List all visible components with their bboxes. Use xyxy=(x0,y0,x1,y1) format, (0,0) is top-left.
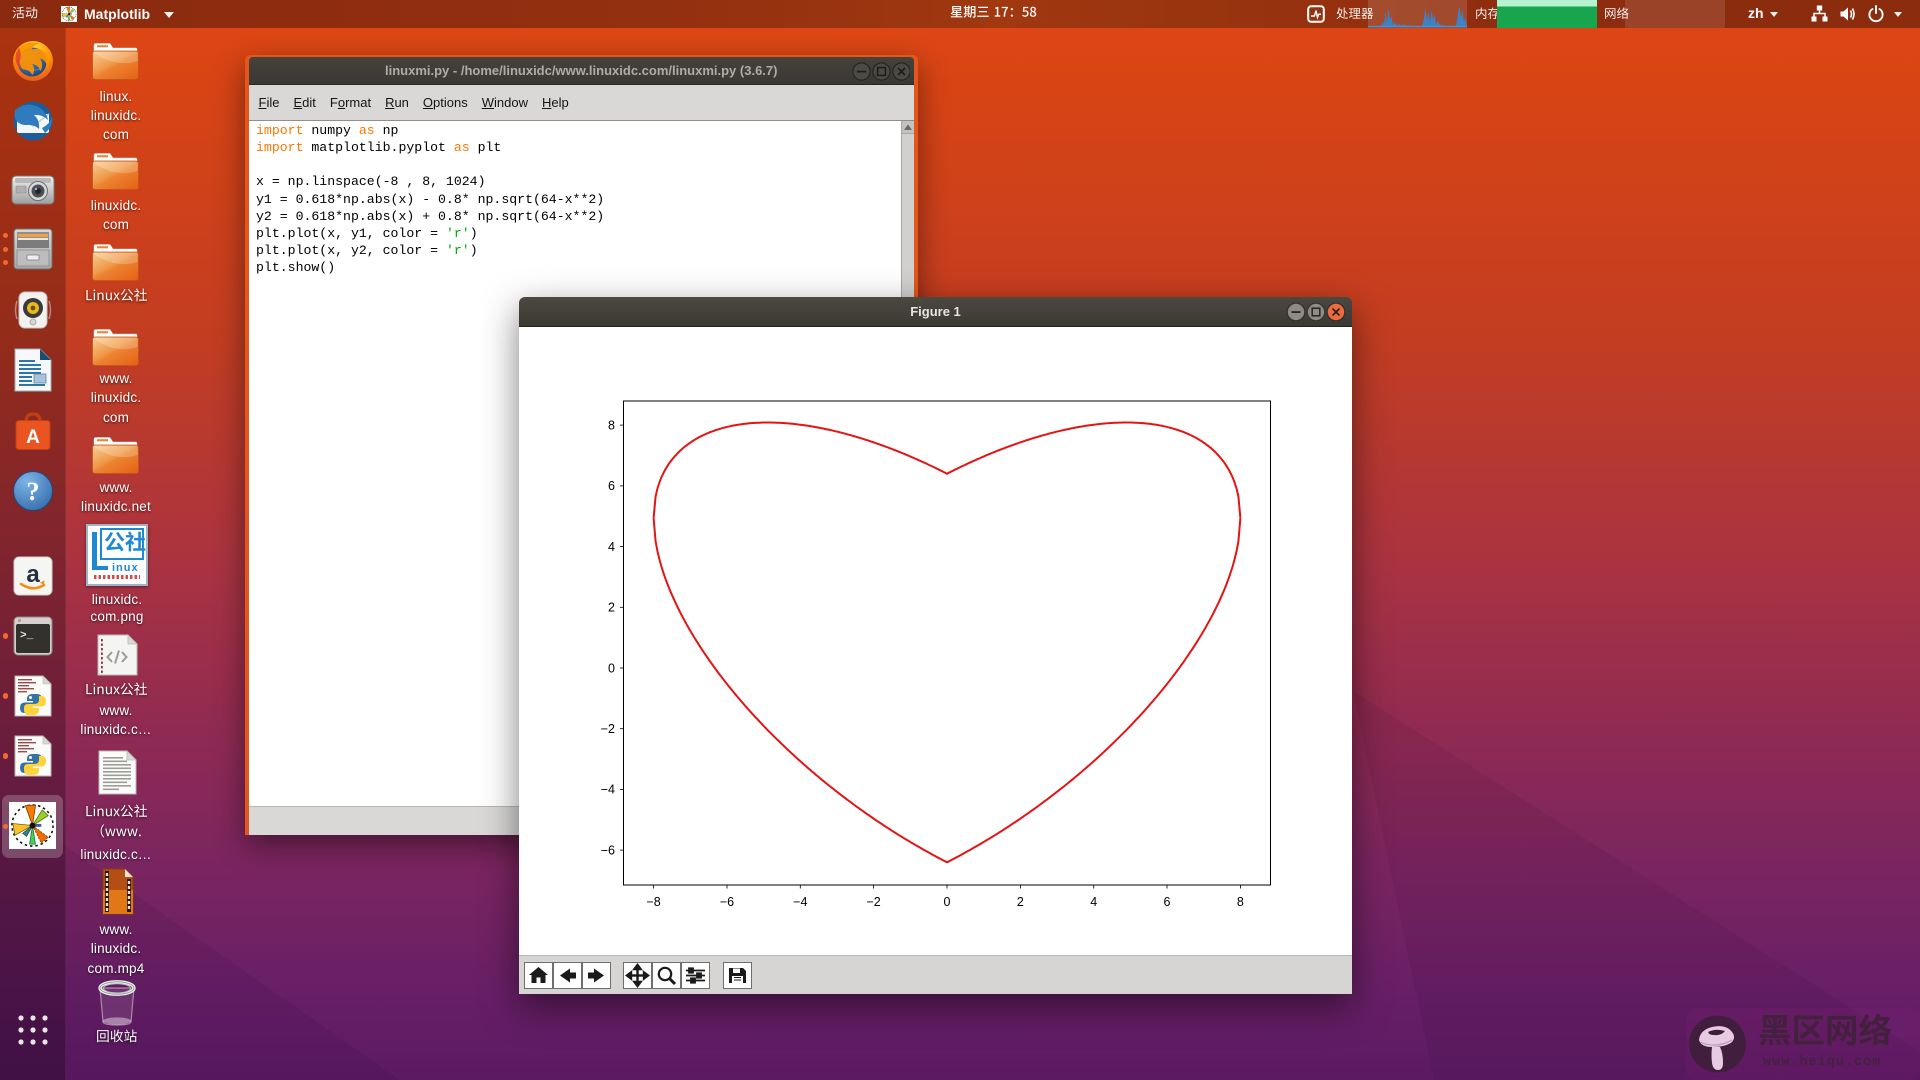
svg-text:6: 6 xyxy=(608,479,615,493)
svg-text:4: 4 xyxy=(608,540,615,554)
svg-text:−2: −2 xyxy=(866,895,880,909)
svg-text:>_: >_ xyxy=(20,630,34,642)
svg-text:?: ? xyxy=(27,477,40,506)
svg-text:−6: −6 xyxy=(720,895,734,909)
svg-text:8: 8 xyxy=(608,418,615,432)
svg-text:0: 0 xyxy=(944,895,951,909)
svg-text:0: 0 xyxy=(608,661,615,675)
svg-text:−2: −2 xyxy=(601,722,615,736)
svg-text:a: a xyxy=(26,561,40,588)
svg-text:2: 2 xyxy=(1017,895,1024,909)
svg-text:−4: −4 xyxy=(793,895,807,909)
svg-text:6: 6 xyxy=(1164,895,1171,909)
svg-text:−6: −6 xyxy=(601,843,615,857)
svg-text:A: A xyxy=(26,427,40,448)
svg-text:8: 8 xyxy=(1237,895,1244,909)
svg-text:2: 2 xyxy=(608,601,615,615)
svg-text:−4: −4 xyxy=(601,783,615,797)
svg-text:4: 4 xyxy=(1090,895,1097,909)
svg-text:−8: −8 xyxy=(646,895,660,909)
